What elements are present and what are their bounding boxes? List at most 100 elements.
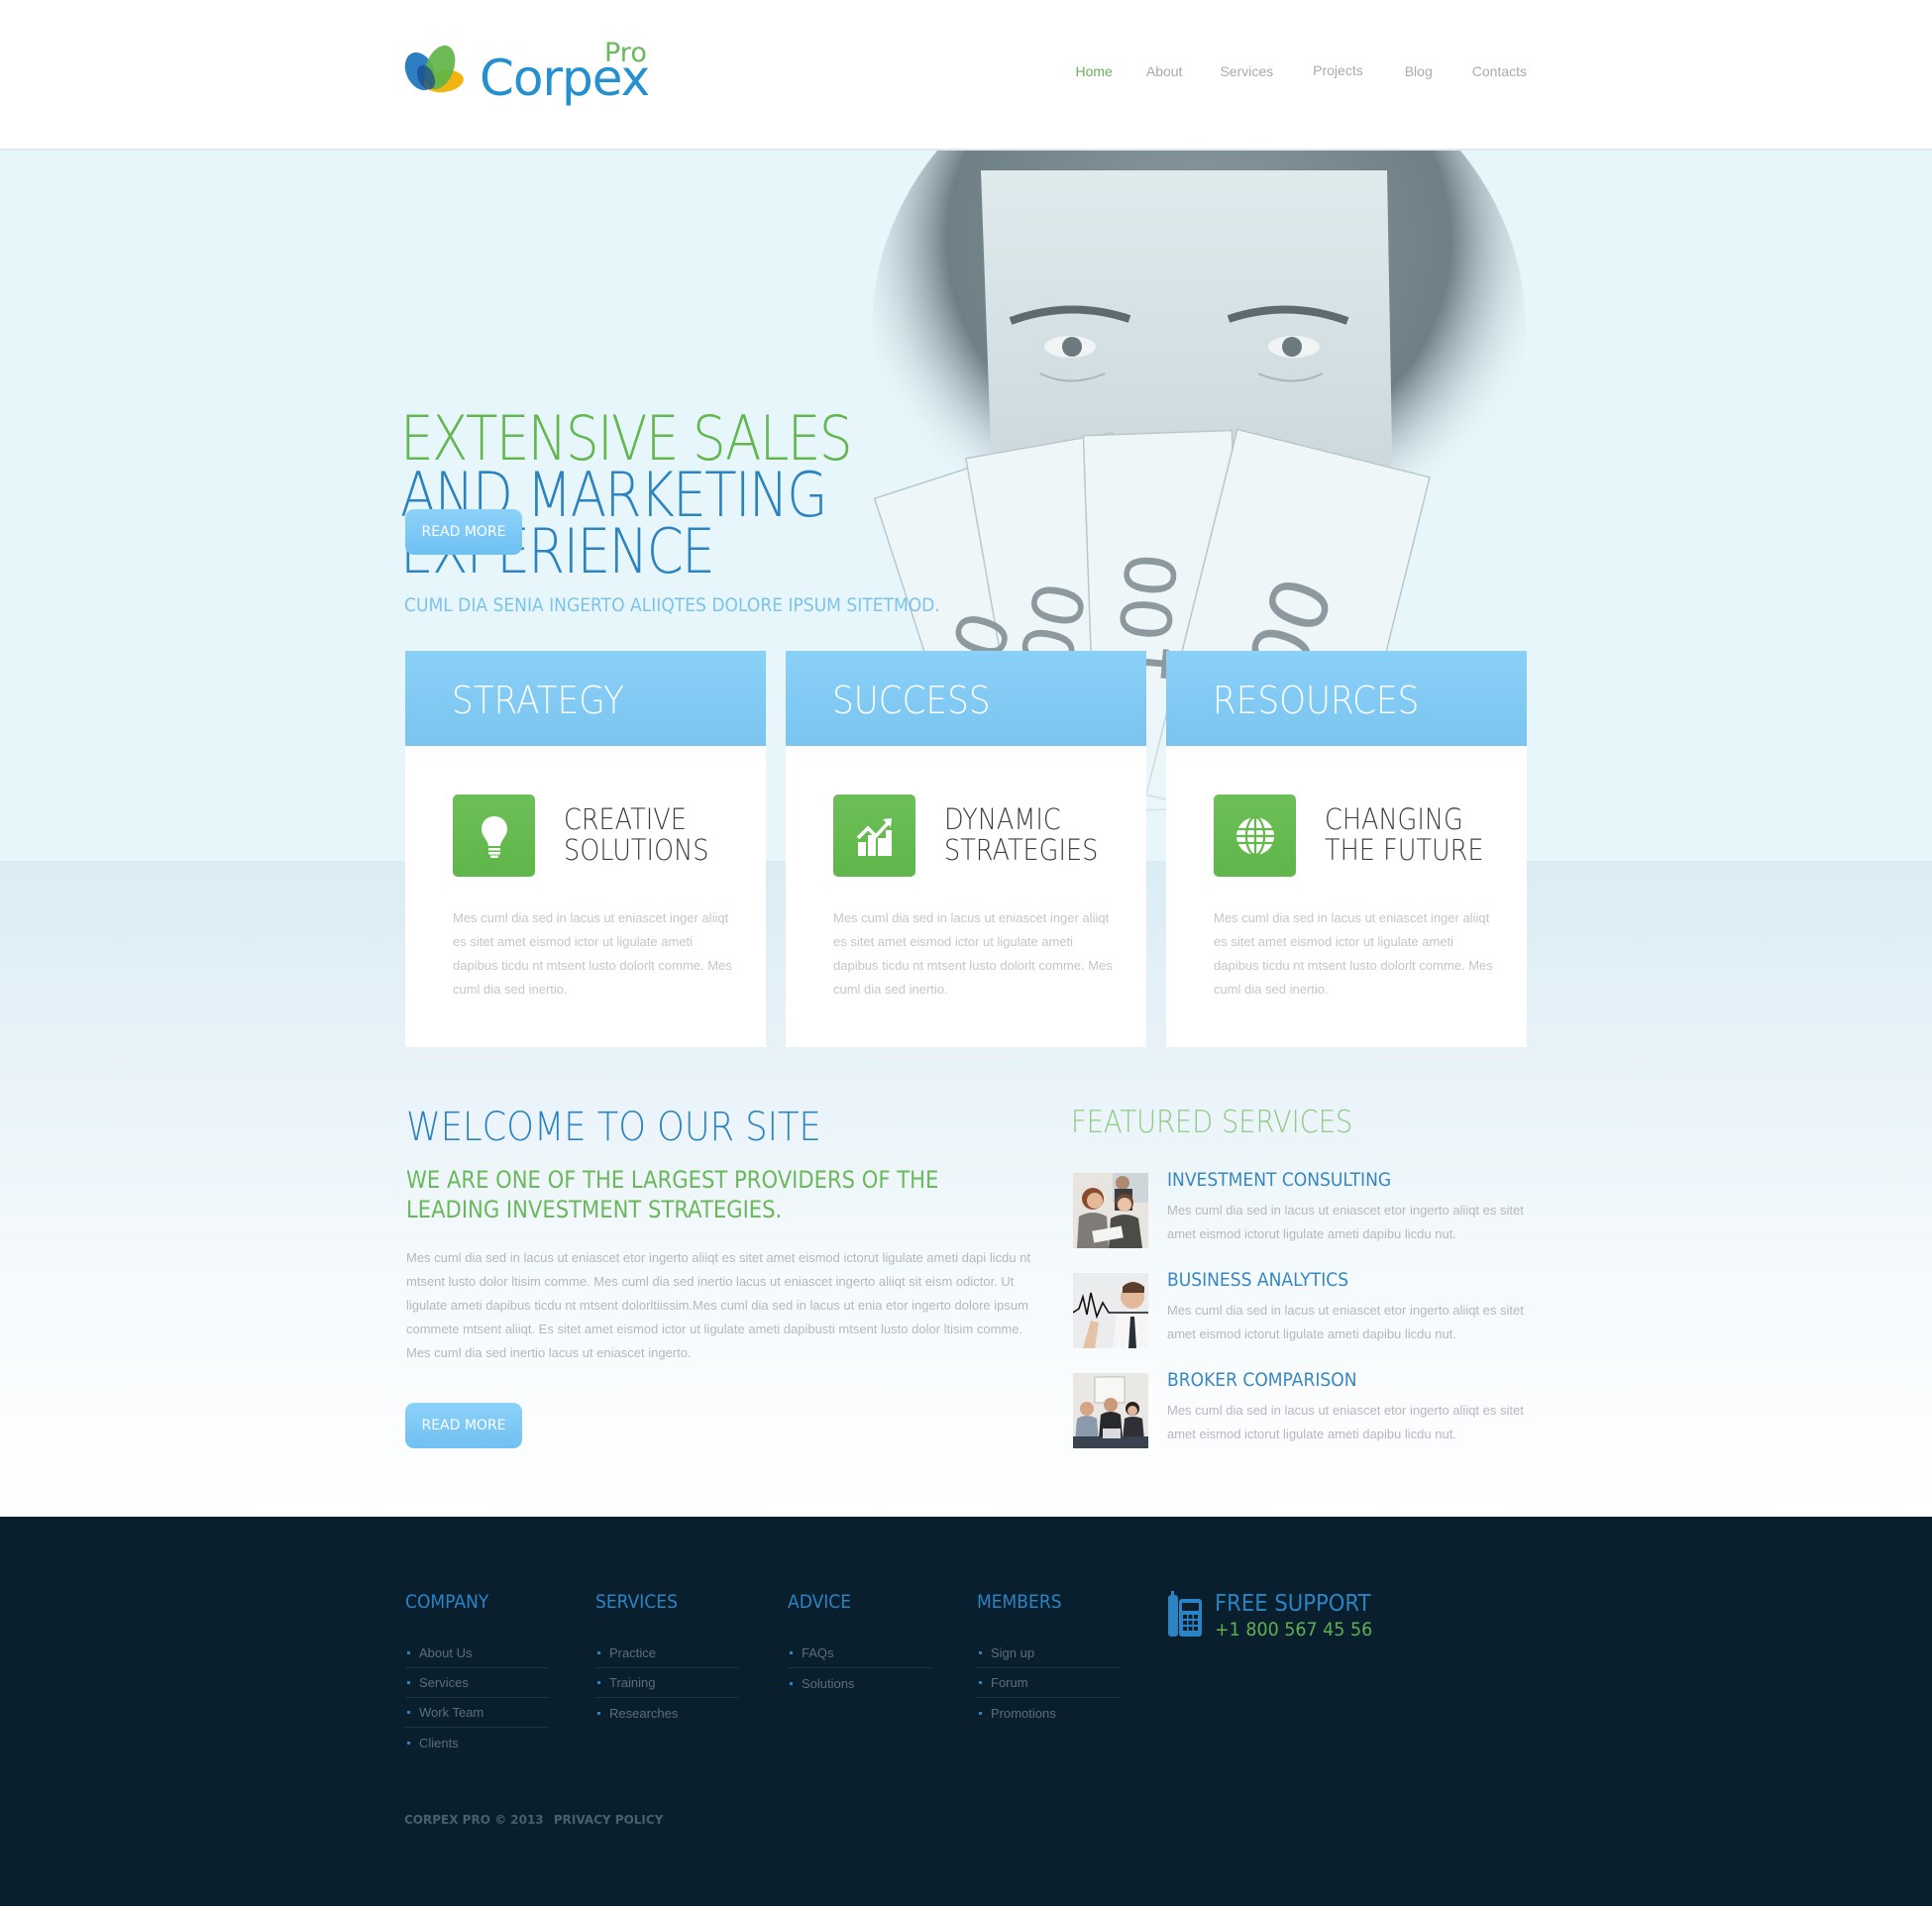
featured-item-title[interactable]: BROKER COMPARISON [1167, 1369, 1357, 1391]
welcome-subtitle-line2: LEADING INVESTMENT STRATEGIES. [406, 1196, 783, 1223]
nav-services[interactable]: Services [1220, 63, 1273, 79]
card-icon-box [453, 794, 535, 877]
copyright-text: CORPEX PRO © 2013 [404, 1813, 544, 1827]
hero-subtitle: CUML DIA SENIA INGERTO ALIIQTES DOLORE I… [404, 594, 940, 616]
site-header: Corpex Pro Home About Services Projects … [0, 0, 1932, 151]
footer-link[interactable]: About Us [405, 1639, 549, 1668]
globe-icon [1235, 815, 1274, 856]
footer-link[interactable]: Work Team [405, 1698, 549, 1728]
growth-chart-icon [856, 817, 892, 856]
welcome-subtitle-line1: WE ARE ONE OF THE LARGEST PROVIDERS OF T… [406, 1166, 939, 1194]
main-nav: Home About Services Projects Blog Contac… [1076, 62, 1528, 79]
footer-link-list: Sign up Forum Promotions [977, 1639, 1121, 1728]
footer-link-label: Forum [991, 1675, 1028, 1690]
featured-item-title[interactable]: INVESTMENT CONSULTING [1167, 1169, 1391, 1191]
bullet-icon [790, 1681, 793, 1685]
phone-icon [1168, 1591, 1202, 1637]
featured-item-title[interactable]: BUSINESS ANALYTICS [1167, 1269, 1348, 1291]
footer-column-title: SERVICES [595, 1591, 678, 1613]
footer-link[interactable]: FAQs [788, 1639, 931, 1668]
support-phone-number[interactable]: +1 800 567 45 56 [1215, 1619, 1372, 1641]
card-title: RESOURCES [1213, 679, 1420, 722]
footer-link-label: FAQs [802, 1645, 834, 1660]
footer-column-company: COMPANY About Us Services Work Team Clie… [405, 1591, 549, 1757]
card-icon-box [833, 794, 915, 877]
card-subtitle: DYNAMIC STRATEGIES [944, 804, 1098, 866]
nav-blog[interactable]: Blog [1405, 63, 1433, 79]
card-subtitle: CHANGING THE FUTURE [1325, 804, 1484, 866]
welcome-text: Mes cuml dia sed in lacus ut eniascet et… [406, 1250, 1031, 1360]
logo[interactable]: Corpex Pro [404, 38, 662, 119]
footer-link-list: About Us Services Work Team Clients [405, 1639, 549, 1757]
nav-about[interactable]: About [1146, 63, 1183, 79]
bullet-icon [979, 1681, 982, 1684]
footer-link-label: Solutions [802, 1675, 855, 1691]
card-title: SUCCESS [832, 679, 991, 722]
footer-link[interactable]: Forum [977, 1668, 1121, 1698]
bullet-icon [407, 1651, 410, 1654]
support-title: FREE SUPPORT [1215, 1591, 1371, 1617]
featured-item-text: Mes cuml dia sed in lacus ut eniascet et… [1167, 1303, 1524, 1341]
card-header: SUCCESS [786, 651, 1146, 746]
card-subtitle-line2: SOLUTIONS [564, 833, 709, 867]
footer-link-label: Promotions [991, 1705, 1056, 1721]
footer-link[interactable]: Researches [595, 1698, 739, 1728]
footer-column-title: MEMBERS [977, 1591, 1062, 1613]
privacy-policy-link[interactable]: PRIVACY POLICY [554, 1813, 664, 1827]
welcome-title: WELCOME TO OUR SITE [406, 1105, 821, 1150]
bullet-icon [407, 1681, 410, 1684]
bullet-icon [597, 1651, 600, 1654]
card-success: SUCCESS DYNAMIC STRATEGIES Mes cuml dia … [786, 651, 1146, 1047]
bullet-icon [597, 1711, 600, 1715]
bullet-icon [407, 1741, 410, 1745]
featured-services-title: FEATURED SERVICES [1071, 1105, 1353, 1140]
footer-link[interactable]: Training [595, 1668, 739, 1698]
nav-projects[interactable]: Projects [1313, 62, 1363, 78]
man-drawing-chart-photo-thumbnail[interactable] [1073, 1273, 1148, 1348]
card-header: STRATEGY [405, 651, 766, 746]
logo-pro-suffix: Pro [604, 38, 647, 68]
footer-column-advice: ADVICE FAQs Solutions [788, 1591, 931, 1698]
welcome-subtitle: WE ARE ONE OF THE LARGEST PROVIDERS OF T… [406, 1165, 938, 1224]
footer-link-label: Sign up [991, 1645, 1035, 1660]
nav-contacts[interactable]: Contacts [1472, 63, 1527, 79]
footer-link[interactable]: Promotions [977, 1698, 1121, 1728]
featured-item: BUSINESS ANALYTICS Mes cuml dia sed in l… [1073, 1269, 1529, 1352]
footer-link-label: Services [419, 1675, 469, 1690]
footer-link[interactable]: Practice [595, 1639, 739, 1668]
card-title: STRATEGY [452, 679, 624, 722]
footer-link-list: FAQs Solutions [788, 1639, 931, 1698]
featured-item: INVESTMENT CONSULTING Mes cuml dia sed i… [1073, 1169, 1529, 1252]
footer-column-title: ADVICE [788, 1591, 852, 1613]
business-meeting-photo-thumbnail[interactable] [1073, 1373, 1148, 1448]
footer-link[interactable]: Solutions [788, 1668, 931, 1698]
card-header: RESOURCES [1166, 651, 1527, 746]
bullet-icon [979, 1711, 982, 1715]
footer-link-label: Practice [609, 1645, 656, 1660]
footer-link-label: Clients [419, 1735, 459, 1750]
bullet-icon [790, 1651, 793, 1654]
card-subtitle-line2: THE FUTURE [1325, 833, 1484, 867]
lightbulb-icon [481, 815, 507, 858]
card-strategy: STRATEGY CREATIVE SOLUTIONS Mes cuml dia… [405, 651, 766, 1047]
nav-home[interactable]: Home [1076, 63, 1113, 79]
footer-column-title: COMPANY [405, 1591, 489, 1613]
card-subtitle-line1: CREATIVE [564, 802, 687, 836]
footer-link-label: Researches [609, 1705, 679, 1721]
welcome-read-more-button[interactable]: READ MORE [405, 1403, 522, 1448]
footer-link[interactable]: Clients [405, 1728, 549, 1757]
card-text: Mes cuml dia sed in lacus ut eniascet in… [833, 910, 1113, 997]
hero-read-more-button[interactable]: READ MORE [405, 509, 522, 555]
business-team-photo-thumbnail[interactable] [1073, 1173, 1148, 1248]
footer-link[interactable]: Services [405, 1668, 549, 1698]
footer-link-label: Training [609, 1675, 656, 1690]
footer-link[interactable]: Sign up [977, 1639, 1121, 1668]
bullet-icon [407, 1711, 410, 1714]
footer-link-label: About Us [419, 1645, 473, 1660]
bullet-icon [597, 1681, 600, 1684]
footer-link-list: Practice Training Researches [595, 1639, 739, 1728]
card-text: Mes cuml dia sed in lacus ut eniascet in… [453, 910, 732, 997]
free-support-block: FREE SUPPORT +1 800 567 45 56 [1167, 1591, 1405, 1650]
card-subtitle-line2: STRATEGIES [944, 833, 1099, 867]
footer-column-members: MEMBERS Sign up Forum Promotions [977, 1591, 1121, 1728]
